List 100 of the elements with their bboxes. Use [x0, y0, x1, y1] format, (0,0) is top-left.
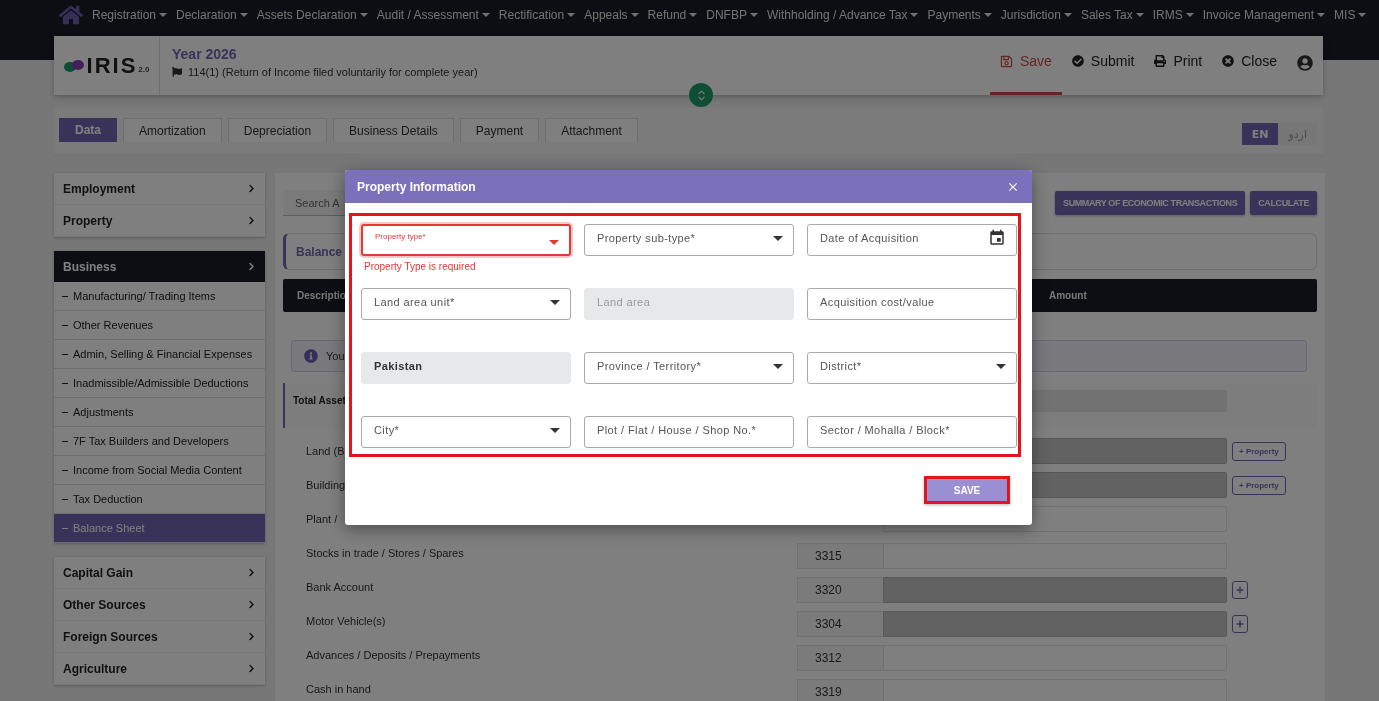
sidebar-section-header[interactable]: Business	[54, 251, 265, 282]
select-field[interactable]: City*	[361, 416, 571, 448]
code-cell: 3320	[797, 577, 883, 603]
sidebar-item[interactable]: Income from Social Media Content	[54, 456, 265, 485]
nav-menu-item[interactable]: Rectification	[498, 8, 576, 22]
input-field[interactable]: Plot / Flat / House / Shop No.*	[584, 416, 794, 448]
caret-icon	[1063, 13, 1072, 17]
user-icon	[1297, 54, 1313, 71]
nav-menu-item[interactable]: Sales Tax	[1080, 8, 1144, 22]
return-type-text: 114(1) (Return of Income filed voluntarily for complete year)	[188, 66, 478, 78]
sidebar-item[interactable]: Foreign Sources	[54, 621, 265, 653]
flag-icon	[172, 67, 182, 77]
sidebar-item[interactable]: Balance Sheet	[54, 514, 265, 543]
chevron-right-icon	[247, 262, 256, 271]
column-header: Descriptio	[296, 290, 347, 301]
sidebar-item[interactable]: Other Sources	[54, 589, 265, 621]
caret-icon	[159, 13, 168, 17]
tab[interactable]: Amortization	[123, 118, 222, 142]
sidebar-item[interactable]: Other Revenues	[54, 311, 265, 340]
calendar-icon[interactable]	[988, 229, 1006, 247]
row-label: Bank Account	[306, 581, 375, 593]
nav-menu-item[interactable]: Jurisdiction	[1000, 8, 1072, 22]
input-field[interactable]: Sector / Mohalla / Block*	[807, 416, 1017, 448]
save-icon	[999, 54, 1013, 68]
nav-menu-item[interactable]: IRMS	[1152, 8, 1194, 22]
caret-icon	[773, 363, 783, 369]
code-cell: 3312	[797, 645, 883, 671]
nav-menu-item[interactable]: Invoice Management	[1202, 8, 1326, 22]
action-button[interactable]: SUMMARY OF ECONOMIC TRANSACTIONS	[1055, 191, 1246, 215]
select-field[interactable]: Province / Territory*	[584, 352, 794, 384]
chevron-right-icon	[247, 216, 256, 225]
nav-menu-item[interactable]: Payments	[927, 8, 992, 22]
tab[interactable]: Payment	[459, 118, 540, 142]
dash-icon	[62, 296, 68, 297]
nav-menu-item[interactable]: Declaration	[176, 8, 248, 22]
nav-menu-item[interactable]: Assets Declaration	[256, 8, 368, 22]
code-cell: 3304	[797, 611, 883, 637]
close-button[interactable]: Close	[1212, 36, 1287, 95]
dash-icon	[62, 354, 68, 355]
sidebar-item[interactable]: Adjustments	[54, 398, 265, 427]
add-button[interactable]	[1232, 615, 1248, 633]
caret-icon	[1317, 13, 1326, 17]
home-icon[interactable]	[59, 3, 83, 27]
nav-menu-item[interactable]: DNFBP	[706, 8, 758, 22]
caret-icon	[689, 13, 698, 17]
sidebar-item[interactable]: 7F Tax Builders and Developers	[54, 427, 265, 456]
add-button[interactable]	[1232, 581, 1248, 599]
caret-icon	[550, 299, 560, 305]
caret-icon	[773, 235, 783, 241]
input-field[interactable]: Acquisition cost/value	[807, 288, 1017, 320]
caret-icon	[1185, 13, 1194, 17]
sidebar-item[interactable]: Tax Deduction	[54, 485, 265, 514]
row-label: Plant /	[306, 513, 339, 525]
nav-menu-item[interactable]: Audit / Assessment	[376, 8, 490, 22]
chevron-right-icon	[247, 568, 256, 577]
dash-icon	[62, 470, 68, 471]
logo-mark-icon	[63, 58, 86, 73]
select-field[interactable]: Land area unit*	[361, 288, 571, 320]
caret-icon	[481, 13, 490, 17]
caret-icon	[996, 363, 1006, 369]
caret-icon	[1135, 13, 1144, 17]
date-field[interactable]: Date of Acquisition	[807, 224, 1017, 256]
logo: IRIS 2.0	[63, 52, 150, 79]
select-field[interactable]: Property type*	[361, 224, 571, 256]
notice-text: You	[326, 350, 345, 362]
total-label: Total Asset	[293, 394, 347, 406]
sidebar-item[interactable]: Capital Gain	[54, 557, 265, 589]
select-field[interactable]: Property sub-type*	[584, 224, 794, 256]
tab[interactable]: Depreciation	[227, 118, 328, 142]
expand-toggle-button[interactable]	[689, 83, 713, 107]
row-label: Advances / Deposits / Prepayments	[306, 649, 482, 661]
nav-menu-item[interactable]: Refund	[647, 8, 698, 22]
tab[interactable]: Attachment	[545, 118, 638, 142]
nav-menu-item[interactable]: Withholding / Advance Tax	[766, 8, 919, 22]
select-field[interactable]: District*	[807, 352, 1017, 384]
caret-icon	[567, 13, 576, 17]
save-button[interactable]: SAVE	[924, 476, 1010, 504]
caret-icon	[549, 240, 559, 245]
sidebar-item[interactable]: Employment	[54, 173, 265, 205]
sidebar-item[interactable]: Admin, Selling & Financial Expenses	[54, 340, 265, 369]
action-button[interactable]: CALCULATE	[1250, 191, 1317, 215]
nav-menu-item[interactable]: MIS	[1334, 8, 1367, 22]
chevron-right-icon	[247, 664, 256, 673]
dash-icon	[62, 441, 68, 442]
submit-button[interactable]: Submit	[1061, 36, 1145, 95]
language-toggle[interactable]: EN	[1241, 123, 1279, 145]
tab[interactable]: Business Details	[333, 118, 454, 142]
print-button[interactable]: Print	[1144, 36, 1213, 95]
sidebar-item[interactable]: Inadmissible/Admissible Deductions	[54, 369, 265, 398]
tab[interactable]: Data	[59, 118, 117, 142]
column-header: Amount	[1048, 290, 1088, 301]
nav-menu-item[interactable]: Appeals	[584, 8, 639, 22]
sidebar-item[interactable]: Manufacturing/ Trading Items	[54, 282, 265, 311]
caret-icon	[1358, 13, 1367, 17]
sidebar-item[interactable]: Agriculture	[54, 653, 265, 685]
caret-icon	[630, 13, 639, 17]
row-label: Stocks in trade / Stores / Spares	[306, 547, 465, 559]
nav-menu-item[interactable]: Registration	[92, 8, 168, 22]
save-button[interactable]: Save	[989, 36, 1062, 95]
sidebar-item[interactable]: Property	[54, 205, 265, 237]
